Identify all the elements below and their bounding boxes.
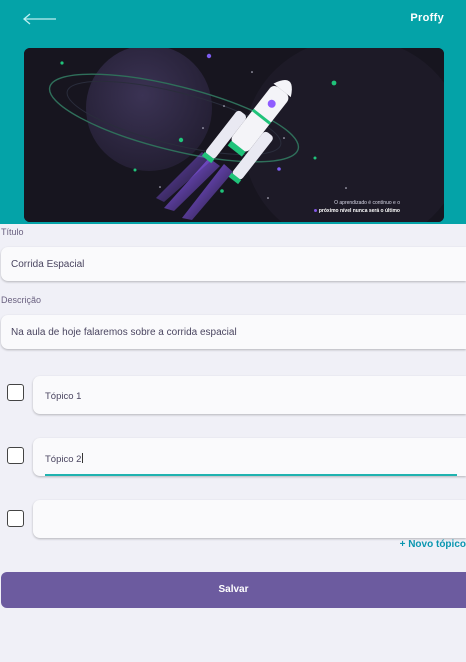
brand-logo: Proffy bbox=[410, 12, 444, 24]
hero-banner-image: O aprendizado é contínuo e o próximo nív… bbox=[24, 48, 444, 222]
title-label: Título bbox=[1, 227, 24, 237]
bullet-dot-icon bbox=[313, 209, 317, 213]
text-cursor bbox=[82, 453, 84, 463]
topic-1-value: Tópico 1 bbox=[45, 391, 82, 402]
description-label: Descrição bbox=[1, 295, 42, 305]
description-field-value: Na aula de hoje falaremos sobre a corrid… bbox=[11, 327, 237, 338]
title-field-value: Corrida Espacial bbox=[11, 259, 85, 270]
new-topic-link[interactable]: + Novo tópico bbox=[400, 539, 466, 550]
title-field[interactable]: Corrida Espacial bbox=[1, 247, 466, 281]
header-bar: Proffy O aprendizado é contínuo e o próx… bbox=[0, 0, 466, 224]
banner-caption: O aprendizado é contínuo e o próximo nív… bbox=[313, 199, 400, 215]
topic-3-input[interactable] bbox=[33, 500, 466, 538]
topic-1-input[interactable]: Tópico 1 bbox=[33, 376, 466, 414]
topic-2-input[interactable]: Tópico 2 bbox=[33, 438, 466, 476]
save-button[interactable]: Salvar bbox=[1, 572, 466, 608]
topic-2-focus-underline bbox=[45, 474, 457, 476]
banner-caption-line1: O aprendizado é contínuo e o bbox=[334, 200, 400, 206]
back-arrow-icon[interactable] bbox=[22, 9, 60, 29]
topic-2-value: Tópico 2 bbox=[45, 454, 82, 465]
banner-caption-line2: próximo nível nunca será o último bbox=[318, 208, 400, 214]
topic-2-checkbox[interactable] bbox=[7, 447, 24, 464]
topic-1-checkbox[interactable] bbox=[7, 384, 24, 401]
topic-3-checkbox[interactable] bbox=[7, 510, 24, 527]
description-field[interactable]: Na aula de hoje falaremos sobre a corrid… bbox=[1, 315, 466, 349]
